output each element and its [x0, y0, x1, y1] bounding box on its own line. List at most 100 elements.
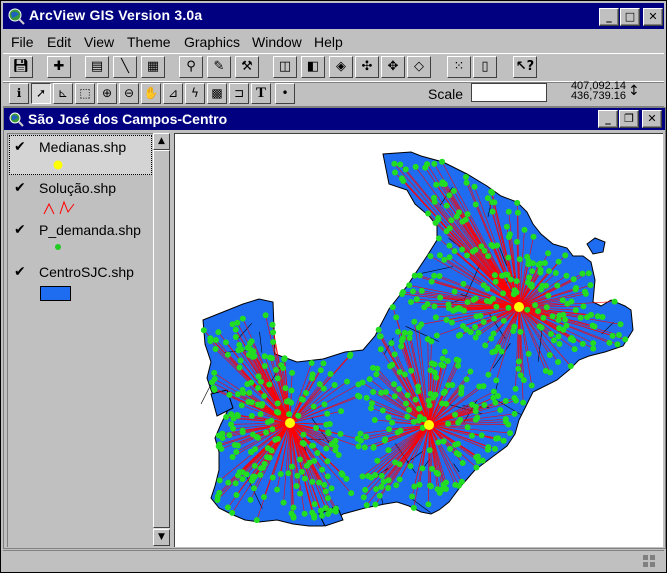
vertex-edit-tool[interactable]: ⊾: [53, 83, 73, 104]
demand-point: [505, 421, 512, 428]
zoom-to-extent-button[interactable]: ◈: [329, 56, 353, 78]
demand-point: [464, 299, 471, 306]
view-minimize-button[interactable]: _: [598, 110, 618, 128]
select-all-button[interactable]: ⁙: [447, 56, 471, 78]
menu-help[interactable]: Help: [314, 34, 343, 50]
label-tool[interactable]: ⊐: [229, 83, 249, 104]
demand-point: [288, 463, 295, 470]
text-tool[interactable]: T: [251, 83, 271, 104]
scroll-up-button[interactable]: ▲: [153, 133, 170, 150]
edit-legend-button[interactable]: ╲: [113, 56, 137, 78]
maximize-button[interactable]: □: [620, 8, 640, 26]
theme-properties-button[interactable]: ▤: [85, 56, 109, 78]
demand-point: [325, 429, 332, 436]
demand-point: [559, 297, 566, 304]
demand-point: [260, 494, 267, 501]
menu-view[interactable]: View: [84, 34, 114, 50]
draw-point-tool[interactable]: •: [275, 83, 295, 104]
demand-point: [272, 436, 279, 443]
menu-bar: File Edit View Theme Graphics Window Hel…: [3, 31, 664, 53]
scroll-thumb[interactable]: [153, 150, 170, 528]
area-select-tool[interactable]: ▩: [207, 83, 227, 104]
zoom-to-selected-button[interactable]: ✥: [381, 56, 405, 78]
demand-point: [415, 383, 422, 390]
measure-tool[interactable]: ⊿: [163, 83, 183, 104]
find-button[interactable]: ⚲: [179, 56, 203, 78]
query-builder-button[interactable]: ⚒: [235, 56, 259, 78]
menu-edit[interactable]: Edit: [47, 34, 71, 50]
zoom-out-tool[interactable]: ⊖: [119, 83, 139, 104]
coordinate-readout: 407,092.14 436,739.16: [558, 81, 626, 102]
zoom-in-tool[interactable]: ⊕: [97, 83, 117, 104]
help-button[interactable]: ↖?: [513, 56, 537, 78]
demand-point: [394, 429, 401, 436]
demand-point: [244, 381, 251, 388]
app-titlebar[interactable]: ArcView GIS Version 3.0a _ □ ✕: [3, 3, 664, 29]
demand-point: [446, 192, 453, 199]
demand-point: [579, 270, 586, 277]
blue-polygon-legend-icon: [40, 286, 71, 301]
pointer-tool[interactable]: ➚: [31, 83, 51, 104]
demand-point: [448, 319, 455, 326]
demand-point: [611, 298, 618, 305]
open-table-button[interactable]: ▦: [141, 56, 165, 78]
scroll-down-button[interactable]: ▼: [153, 529, 170, 546]
save-button[interactable]: 💾︎: [9, 56, 33, 78]
demand-point: [551, 337, 558, 344]
demand-point: [293, 482, 300, 489]
demand-point: [511, 410, 518, 417]
checkbox-check-icon[interactable]: ✔: [14, 180, 26, 196]
demand-point: [472, 416, 479, 423]
demand-point: [481, 401, 488, 408]
zoom-to-active-button[interactable]: ✣: [355, 56, 379, 78]
locate-address-button[interactable]: ✎: [207, 56, 231, 78]
zoom-previous-button[interactable]: ◇: [407, 56, 431, 78]
checkbox-check-icon[interactable]: ✔: [14, 264, 26, 280]
demand-point: [395, 328, 402, 335]
demand-point: [468, 432, 475, 439]
demand-point: [303, 390, 310, 397]
pan-tool[interactable]: ✋: [141, 83, 161, 104]
view-restore-button[interactable]: ❐: [619, 110, 639, 128]
demand-point: [299, 396, 306, 403]
demand-point: [385, 477, 392, 484]
checkbox-check-icon[interactable]: ✔: [14, 222, 26, 238]
view-close-button[interactable]: ✕: [642, 110, 662, 128]
clear-selection-button[interactable]: ◧: [301, 56, 325, 78]
minimize-button[interactable]: _: [599, 8, 619, 26]
scale-input[interactable]: [471, 83, 547, 102]
select-by-theme-button[interactable]: ◫: [273, 56, 297, 78]
menu-graphics[interactable]: Graphics: [184, 34, 240, 50]
demand-point: [248, 399, 255, 406]
demand-point: [450, 187, 457, 194]
add-theme-button[interactable]: ✚: [47, 56, 71, 78]
resize-grip-icon[interactable]: [642, 554, 656, 568]
demand-point: [318, 512, 325, 519]
demand-point: [401, 329, 408, 336]
menu-theme[interactable]: Theme: [127, 34, 171, 50]
demand-point: [455, 357, 462, 364]
demand-point: [411, 272, 418, 279]
demand-point: [428, 278, 435, 285]
hotlink-tool[interactable]: ϟ: [185, 83, 205, 104]
identify-tool[interactable]: ℹ: [9, 83, 29, 104]
close-button[interactable]: ✕: [643, 8, 663, 26]
menu-window[interactable]: Window: [252, 34, 302, 50]
demand-point: [378, 389, 385, 396]
toc-scrollbar[interactable]: ▲ ▼: [153, 133, 170, 546]
demand-point: [410, 418, 417, 425]
demand-point: [200, 327, 207, 334]
menu-file[interactable]: File: [11, 34, 34, 50]
demand-point: [245, 351, 252, 358]
demand-point: [577, 314, 584, 321]
demand-point: [413, 296, 420, 303]
checkbox-check-icon[interactable]: ✔: [14, 139, 26, 155]
demand-point: [464, 211, 471, 218]
demand-point: [568, 298, 575, 305]
view-titlebar[interactable]: São José dos Campos-Centro _ ❐ ✕: [4, 108, 665, 130]
demand-point: [582, 290, 589, 297]
layout-button[interactable]: ▯: [473, 56, 497, 78]
map-display[interactable]: [174, 133, 663, 547]
select-feature-tool[interactable]: ⬚: [75, 83, 95, 104]
demand-point: [300, 431, 307, 438]
